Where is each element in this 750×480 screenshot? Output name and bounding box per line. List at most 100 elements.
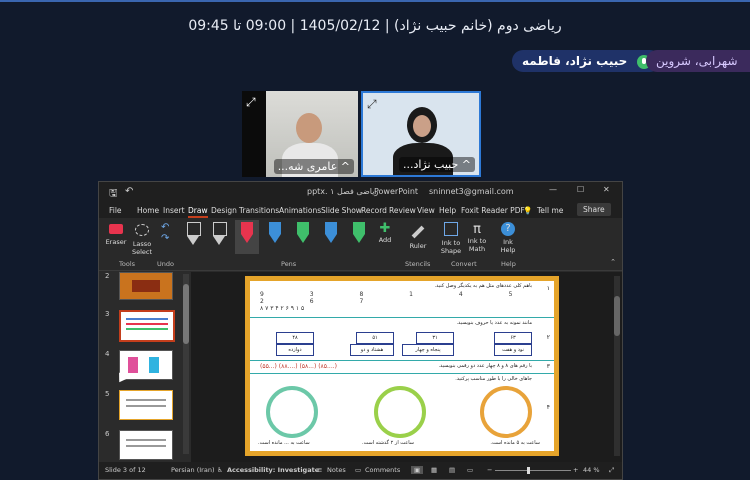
menu-foxit[interactable]: Foxit Reader PDF	[461, 206, 525, 215]
accessibility-status[interactable]: Accessibility: Investigate	[227, 466, 319, 474]
editor-scrollbar[interactable]	[614, 276, 620, 456]
draw-ribbon: Eraser Lasso Select Tools ↶ ↷ Undo ✚ Add …	[99, 218, 622, 271]
thumb-number: 2	[105, 272, 110, 280]
participant-chip[interactable]: شهرابی، شروین	[646, 50, 750, 72]
menu-home[interactable]: Home	[137, 206, 159, 215]
menu-insert[interactable]: Insert	[163, 206, 185, 215]
pen-2[interactable]	[213, 222, 227, 245]
lightbulb-icon[interactable]: 💡	[523, 206, 532, 215]
lasso-icon	[135, 224, 149, 236]
pen-5[interactable]	[297, 222, 309, 244]
zoom-in-icon[interactable]: +	[573, 466, 578, 474]
active-speaker-name: حبیب نژاد، فاطمه	[522, 54, 628, 68]
share-button[interactable]: Share	[577, 203, 611, 216]
menu-slide-show[interactable]: Slide Show	[321, 206, 362, 215]
ink-to-shape[interactable]: Ink to Shape	[439, 222, 463, 255]
menu-transitions[interactable]: Transitions	[239, 206, 279, 215]
comments-button[interactable]: Comments	[365, 466, 400, 474]
top-border	[0, 0, 750, 2]
eraser-icon	[109, 224, 123, 234]
expand-icon[interactable]: ⤢	[367, 97, 381, 111]
zoom-slider[interactable]	[495, 470, 571, 471]
stencils-group-label: Stencils	[405, 260, 431, 268]
undo-button[interactable]: ↶ ↷	[161, 222, 169, 244]
zoom-knob[interactable]	[527, 467, 530, 474]
zoom-out-icon[interactable]: −	[487, 466, 492, 474]
meeting-title: ریاضی دوم (خانم حبیب نژاد) | 1405/02/12 …	[188, 18, 562, 34]
thumbnail-2[interactable]	[119, 272, 173, 300]
menu-review[interactable]: Review	[389, 206, 416, 215]
video-tile-2[interactable]: ⤢ ^ حبیب نژاد...	[361, 91, 481, 177]
menu-view[interactable]: View	[417, 206, 435, 215]
table-cell: ۴۸	[276, 332, 314, 344]
zoom-level[interactable]: 44 %	[583, 466, 600, 474]
tell-me[interactable]: Tell me	[537, 206, 563, 215]
pen-3[interactable]	[241, 222, 253, 244]
reading-view-icon[interactable]: ▤	[449, 466, 455, 474]
pi-icon: π	[473, 222, 481, 237]
save-icon[interactable]: 🖫	[109, 186, 118, 203]
menu-animations[interactable]: Animations	[279, 206, 321, 215]
q3-answers: (....۸۵) (...۵۸) (....۸۸) (...۵۵)	[260, 363, 337, 370]
thumb-number: 5	[105, 390, 110, 398]
normal-view-icon[interactable]: ▣	[411, 466, 424, 474]
thumbnail-scrollbar[interactable]	[183, 274, 189, 454]
ppt-title-bar: 🖫 ↶ ریاضی فصل ۱ .pptx PowerPoint sninnet…	[99, 182, 622, 202]
table-cell: دوازده	[276, 344, 314, 356]
file-name: ریاضی فصل ۱ .pptx	[307, 187, 379, 196]
menu-record[interactable]: Record	[361, 206, 387, 215]
ppt-menu-bar: File Home Insert Draw Design Transitions…	[99, 202, 622, 218]
thumbnail-3[interactable]	[119, 310, 175, 342]
comments-icon: ▭	[355, 466, 362, 474]
lasso-tool[interactable]: Lasso Select	[129, 222, 155, 256]
thumbnail-5[interactable]	[119, 390, 173, 420]
pen-7[interactable]	[353, 222, 365, 244]
ruler-tool[interactable]: Ruler	[407, 222, 429, 250]
ink-to-math[interactable]: π Ink to Math	[465, 222, 489, 253]
slide-editor[interactable]: ۱ باهم کلی عددهای مثل هم به یکدیگر وصل ک…	[191, 272, 622, 462]
clock-1	[480, 386, 532, 438]
slide-sorter-icon[interactable]: ▦	[431, 466, 437, 474]
menu-draw[interactable]: Draw	[188, 206, 208, 218]
language[interactable]: Persian (Iran)	[171, 466, 215, 474]
collapse-ribbon-icon[interactable]: ⌃	[610, 258, 616, 266]
thumbnail-6[interactable]	[119, 430, 173, 460]
account-email: sninnet3@gmail.com	[429, 187, 514, 196]
thumb-number: 3	[105, 310, 110, 318]
menu-help[interactable]: Help	[439, 206, 456, 215]
powerpoint-window[interactable]: 🖫 ↶ ریاضی فصل ۱ .pptx PowerPoint sninnet…	[98, 181, 623, 480]
q1-digits-top: 9 3 8 1 4 5 2 6 7	[260, 291, 535, 305]
thumb-number: 4	[105, 350, 110, 358]
active-speaker-chip[interactable]: حبیب نژاد، فاطمه	[512, 50, 662, 72]
question-1: ۱ باهم کلی عددهای مثل هم به یکدیگر وصل ک…	[250, 281, 554, 318]
slideshow-icon[interactable]: ▭	[467, 466, 473, 474]
accessibility-icon: ♿	[217, 466, 223, 474]
add-pen-button[interactable]: ✚ Add	[375, 221, 395, 245]
undo-icon[interactable]: ↶	[125, 186, 133, 197]
pen-4[interactable]	[269, 222, 281, 244]
notes-button[interactable]: Notes	[327, 466, 346, 474]
eraser-tool[interactable]: Eraser	[105, 222, 127, 246]
participant-name: شهرابی، شروین	[656, 54, 738, 68]
ink-help[interactable]: ? Ink Help	[497, 222, 519, 254]
slide-thumbnails[interactable]: 2 3 4 5 6	[99, 272, 191, 462]
pen-6[interactable]	[325, 222, 337, 244]
plus-icon: ✚	[379, 221, 391, 236]
minimize-icon[interactable]: —	[549, 185, 557, 194]
slide-canvas[interactable]: ۱ باهم کلی عددهای مثل هم به یکدیگر وصل ک…	[245, 276, 559, 456]
maximize-icon[interactable]: ☐	[577, 185, 584, 194]
undo-group-label: Undo	[157, 260, 174, 268]
question-4: ۴ جاهای خالی را با طور مناسب پرکنید. ساع…	[258, 376, 550, 446]
slide-counter: Slide 3 of 12	[105, 466, 146, 474]
close-icon[interactable]: ✕	[603, 185, 610, 194]
ruler-icon	[411, 225, 425, 239]
pen-1[interactable]	[187, 222, 201, 245]
thumbnail-4[interactable]	[119, 350, 173, 380]
menu-file[interactable]: File	[109, 206, 122, 215]
menu-design[interactable]: Design	[211, 206, 237, 215]
pens-group-label: Pens	[281, 260, 297, 268]
fit-slide-icon[interactable]: ⤢	[609, 466, 614, 475]
expand-icon[interactable]: ⤢	[246, 95, 260, 109]
video-name: ^ عامری شه...	[273, 159, 354, 174]
video-tile-1[interactable]: ⤢ ^ عامری شه...	[242, 91, 358, 177]
